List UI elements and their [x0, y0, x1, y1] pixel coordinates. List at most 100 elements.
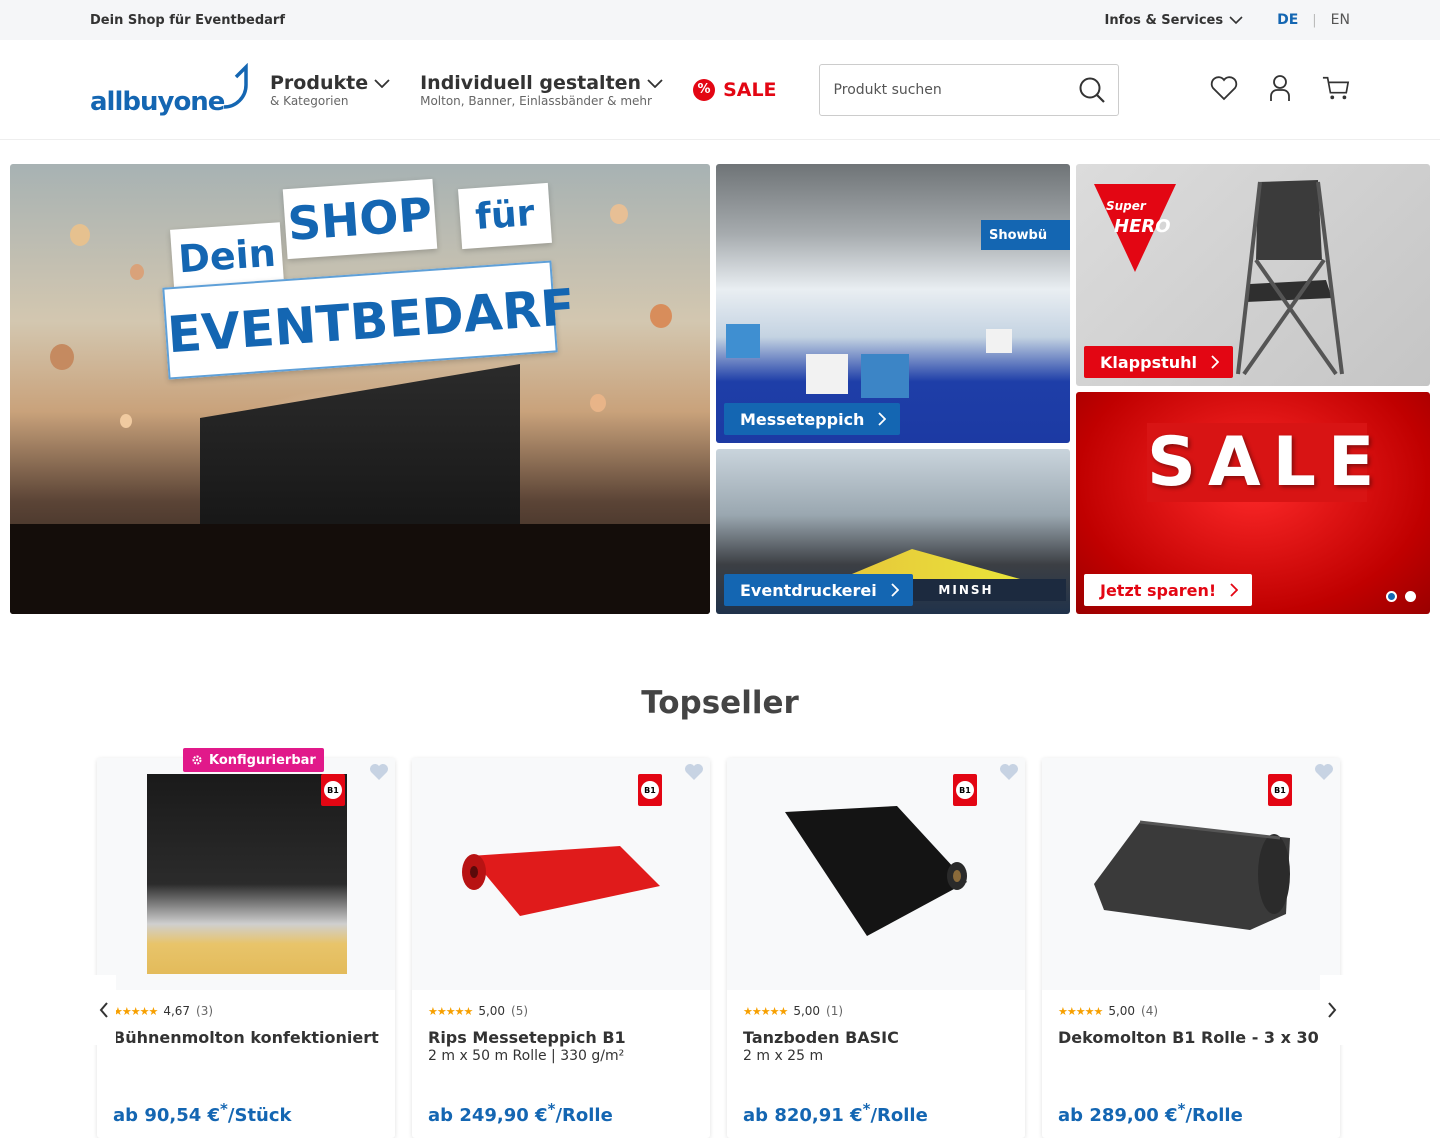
messeteppich-label: Messeteppich — [740, 409, 865, 429]
carousel-next-button[interactable] — [1320, 975, 1344, 1045]
konfigurierbar-label: Konfigurierbar — [209, 752, 316, 768]
tile-eventdruckerei[interactable]: MINSH Eventdruckerei — [716, 449, 1070, 614]
infos-services-dropdown[interactable]: Infos & Services — [1105, 13, 1244, 28]
account-button[interactable] — [1266, 72, 1294, 104]
product-rating: ★★★★★ 5,00 (5) — [428, 1004, 528, 1018]
slider-dots — [1386, 591, 1416, 602]
tile-klappstuhl[interactable]: Super HERO Klappstuhl — [1076, 164, 1430, 386]
product-image-area: B1 — [412, 758, 710, 990]
cart-button[interactable] — [1322, 72, 1350, 104]
b1-label: B1 — [956, 781, 974, 799]
header-icons — [1210, 72, 1350, 104]
rating-value: 5,00 — [793, 1004, 821, 1018]
klappstuhl-button[interactable]: Klappstuhl — [1084, 346, 1234, 378]
slider-dot-2[interactable] — [1405, 591, 1416, 602]
heart-icon[interactable] — [684, 762, 704, 782]
heart-icon[interactable] — [369, 762, 389, 782]
hero-text-shop: SHOP — [282, 178, 438, 260]
heart-icon — [1210, 76, 1238, 101]
tile-messeteppich[interactable]: Showbü Messeteppich — [716, 164, 1070, 443]
search-icon[interactable] — [1078, 76, 1106, 104]
nav-individuell-sub: Molton, Banner, Einlassbänder & mehr — [420, 93, 652, 108]
messe-banner: Showbü — [981, 220, 1070, 250]
product-price: ab 90,54 €*/Stück — [113, 1100, 292, 1126]
language-en[interactable]: EN — [1331, 12, 1350, 28]
nav-produkte[interactable]: Produkte & Kategorien — [270, 72, 390, 108]
folding-chair-image — [1236, 180, 1344, 376]
gear-icon — [192, 755, 202, 765]
cube-seat — [986, 329, 1012, 353]
product-price: ab 289,00 €*/Rolle — [1058, 1100, 1243, 1126]
b1-label: B1 — [1271, 781, 1289, 799]
b1-label: B1 — [324, 781, 342, 799]
nav-sale[interactable]: % SALE — [693, 78, 777, 101]
rating-value: 5,00 — [1108, 1004, 1136, 1018]
topseller-carousel: B1 ★★★★★ 4,67 (3) Bühnenmolton konfektio… — [97, 758, 1341, 1138]
product-image-area: B1 — [97, 758, 395, 990]
chevron-left-icon — [99, 1002, 108, 1018]
chevron-down-icon — [647, 78, 663, 88]
top-bar-right: Infos & Services DE | EN — [1105, 12, 1351, 28]
balloon — [120, 414, 132, 428]
rating-stars-icon: ★★★★★ — [1058, 1004, 1103, 1018]
rating-stars-icon: ★★★★★ — [743, 1004, 788, 1018]
product-image-stage — [147, 774, 347, 974]
nav-produkte-sub: & Kategorien — [270, 93, 349, 108]
product-image-area: B1 — [727, 758, 1025, 990]
balloon — [70, 224, 90, 246]
konfigurierbar-badge: Konfigurierbar — [183, 748, 324, 772]
balloon — [610, 204, 628, 224]
superhero-badge-icon: Super HERO — [1094, 184, 1176, 272]
logo-one-mark-icon — [224, 62, 249, 109]
sale-graphic-text: SALE — [1147, 422, 1387, 502]
rating-stars-icon: ★★★★★ — [428, 1004, 473, 1018]
slider-dot-1[interactable] — [1386, 591, 1397, 602]
shop-tagline: Dein Shop für Eventbedarf — [90, 12, 285, 28]
product-card[interactable]: B1 ★★★★★ 5,00 (5) Rips Messeteppich B1 2… — [412, 758, 710, 1138]
product-title[interactable]: Dekomolton B1 Rolle - 3 x 30 m — [1058, 1028, 1341, 1047]
product-title[interactable]: Bühnenmolton konfektioniert — [113, 1028, 379, 1047]
druck-banner-text: MINSH — [938, 583, 994, 597]
cart-icon — [1322, 76, 1350, 100]
topseller-title: Topseller — [641, 685, 799, 721]
product-card[interactable]: B1 ★★★★★ 5,00 (1) Tanzboden BASIC 2 m x … — [727, 758, 1025, 1138]
heart-icon[interactable] — [1314, 762, 1334, 782]
nav-individuell[interactable]: Individuell gestalten Molton, Banner, Ei… — [420, 72, 663, 108]
product-card[interactable]: B1 ★★★★★ 5,00 (4) Dekomolton B1 Rolle - … — [1042, 758, 1341, 1138]
heart-icon[interactable] — [999, 762, 1019, 782]
balloon — [130, 264, 144, 280]
cube-seat — [861, 354, 909, 398]
eventdruckerei-label: Eventdruckerei — [740, 580, 877, 600]
product-rating: ★★★★★ 4,67 (3) — [113, 1004, 213, 1018]
product-card[interactable]: B1 ★★★★★ 4,67 (3) Bühnenmolton konfektio… — [97, 758, 395, 1138]
nav-sale-label: SALE — [723, 78, 777, 101]
language-separator: | — [1312, 12, 1317, 28]
tile-sale[interactable]: SALE Jetzt sparen! — [1076, 392, 1430, 614]
jetzt-sparen-button[interactable]: Jetzt sparen! — [1084, 574, 1253, 606]
logo[interactable]: allbuyone — [90, 62, 270, 117]
messeteppich-button[interactable]: Messeteppich — [724, 403, 901, 435]
rating-value: 4,67 — [163, 1004, 191, 1018]
rating-count: (4) — [1141, 1004, 1159, 1018]
wishlist-button[interactable] — [1210, 72, 1238, 104]
logo-text: allbuyone — [90, 86, 225, 117]
superhero-badge-text2: HERO — [1114, 216, 1171, 237]
hero-main-banner[interactable]: Dein SHOP für EVENTBEDARF — [10, 164, 710, 614]
messe-banner-text: Showbü — [989, 227, 1048, 243]
product-title[interactable]: Tanzboden BASIC — [743, 1028, 899, 1047]
b1-certificate-badge: B1 — [953, 774, 977, 806]
b1-certificate-badge: B1 — [1268, 774, 1292, 806]
rating-count: (1) — [826, 1004, 844, 1018]
carousel-prev-button[interactable] — [92, 975, 116, 1045]
eventdruckerei-button[interactable]: Eventdruckerei — [724, 574, 913, 606]
hero-text-fuer: für — [458, 182, 552, 250]
language-de[interactable]: DE — [1277, 12, 1298, 28]
balloon — [50, 344, 74, 370]
product-price: ab 249,90 €*/Rolle — [428, 1100, 613, 1126]
chevron-right-icon — [891, 583, 899, 597]
product-title[interactable]: Rips Messeteppich B1 — [428, 1028, 626, 1047]
search-input[interactable] — [833, 81, 1054, 98]
product-subtitle: 2 m x 25 m — [743, 1048, 824, 1064]
b1-certificate-badge: B1 — [321, 774, 345, 806]
stage-structure — [200, 364, 520, 544]
